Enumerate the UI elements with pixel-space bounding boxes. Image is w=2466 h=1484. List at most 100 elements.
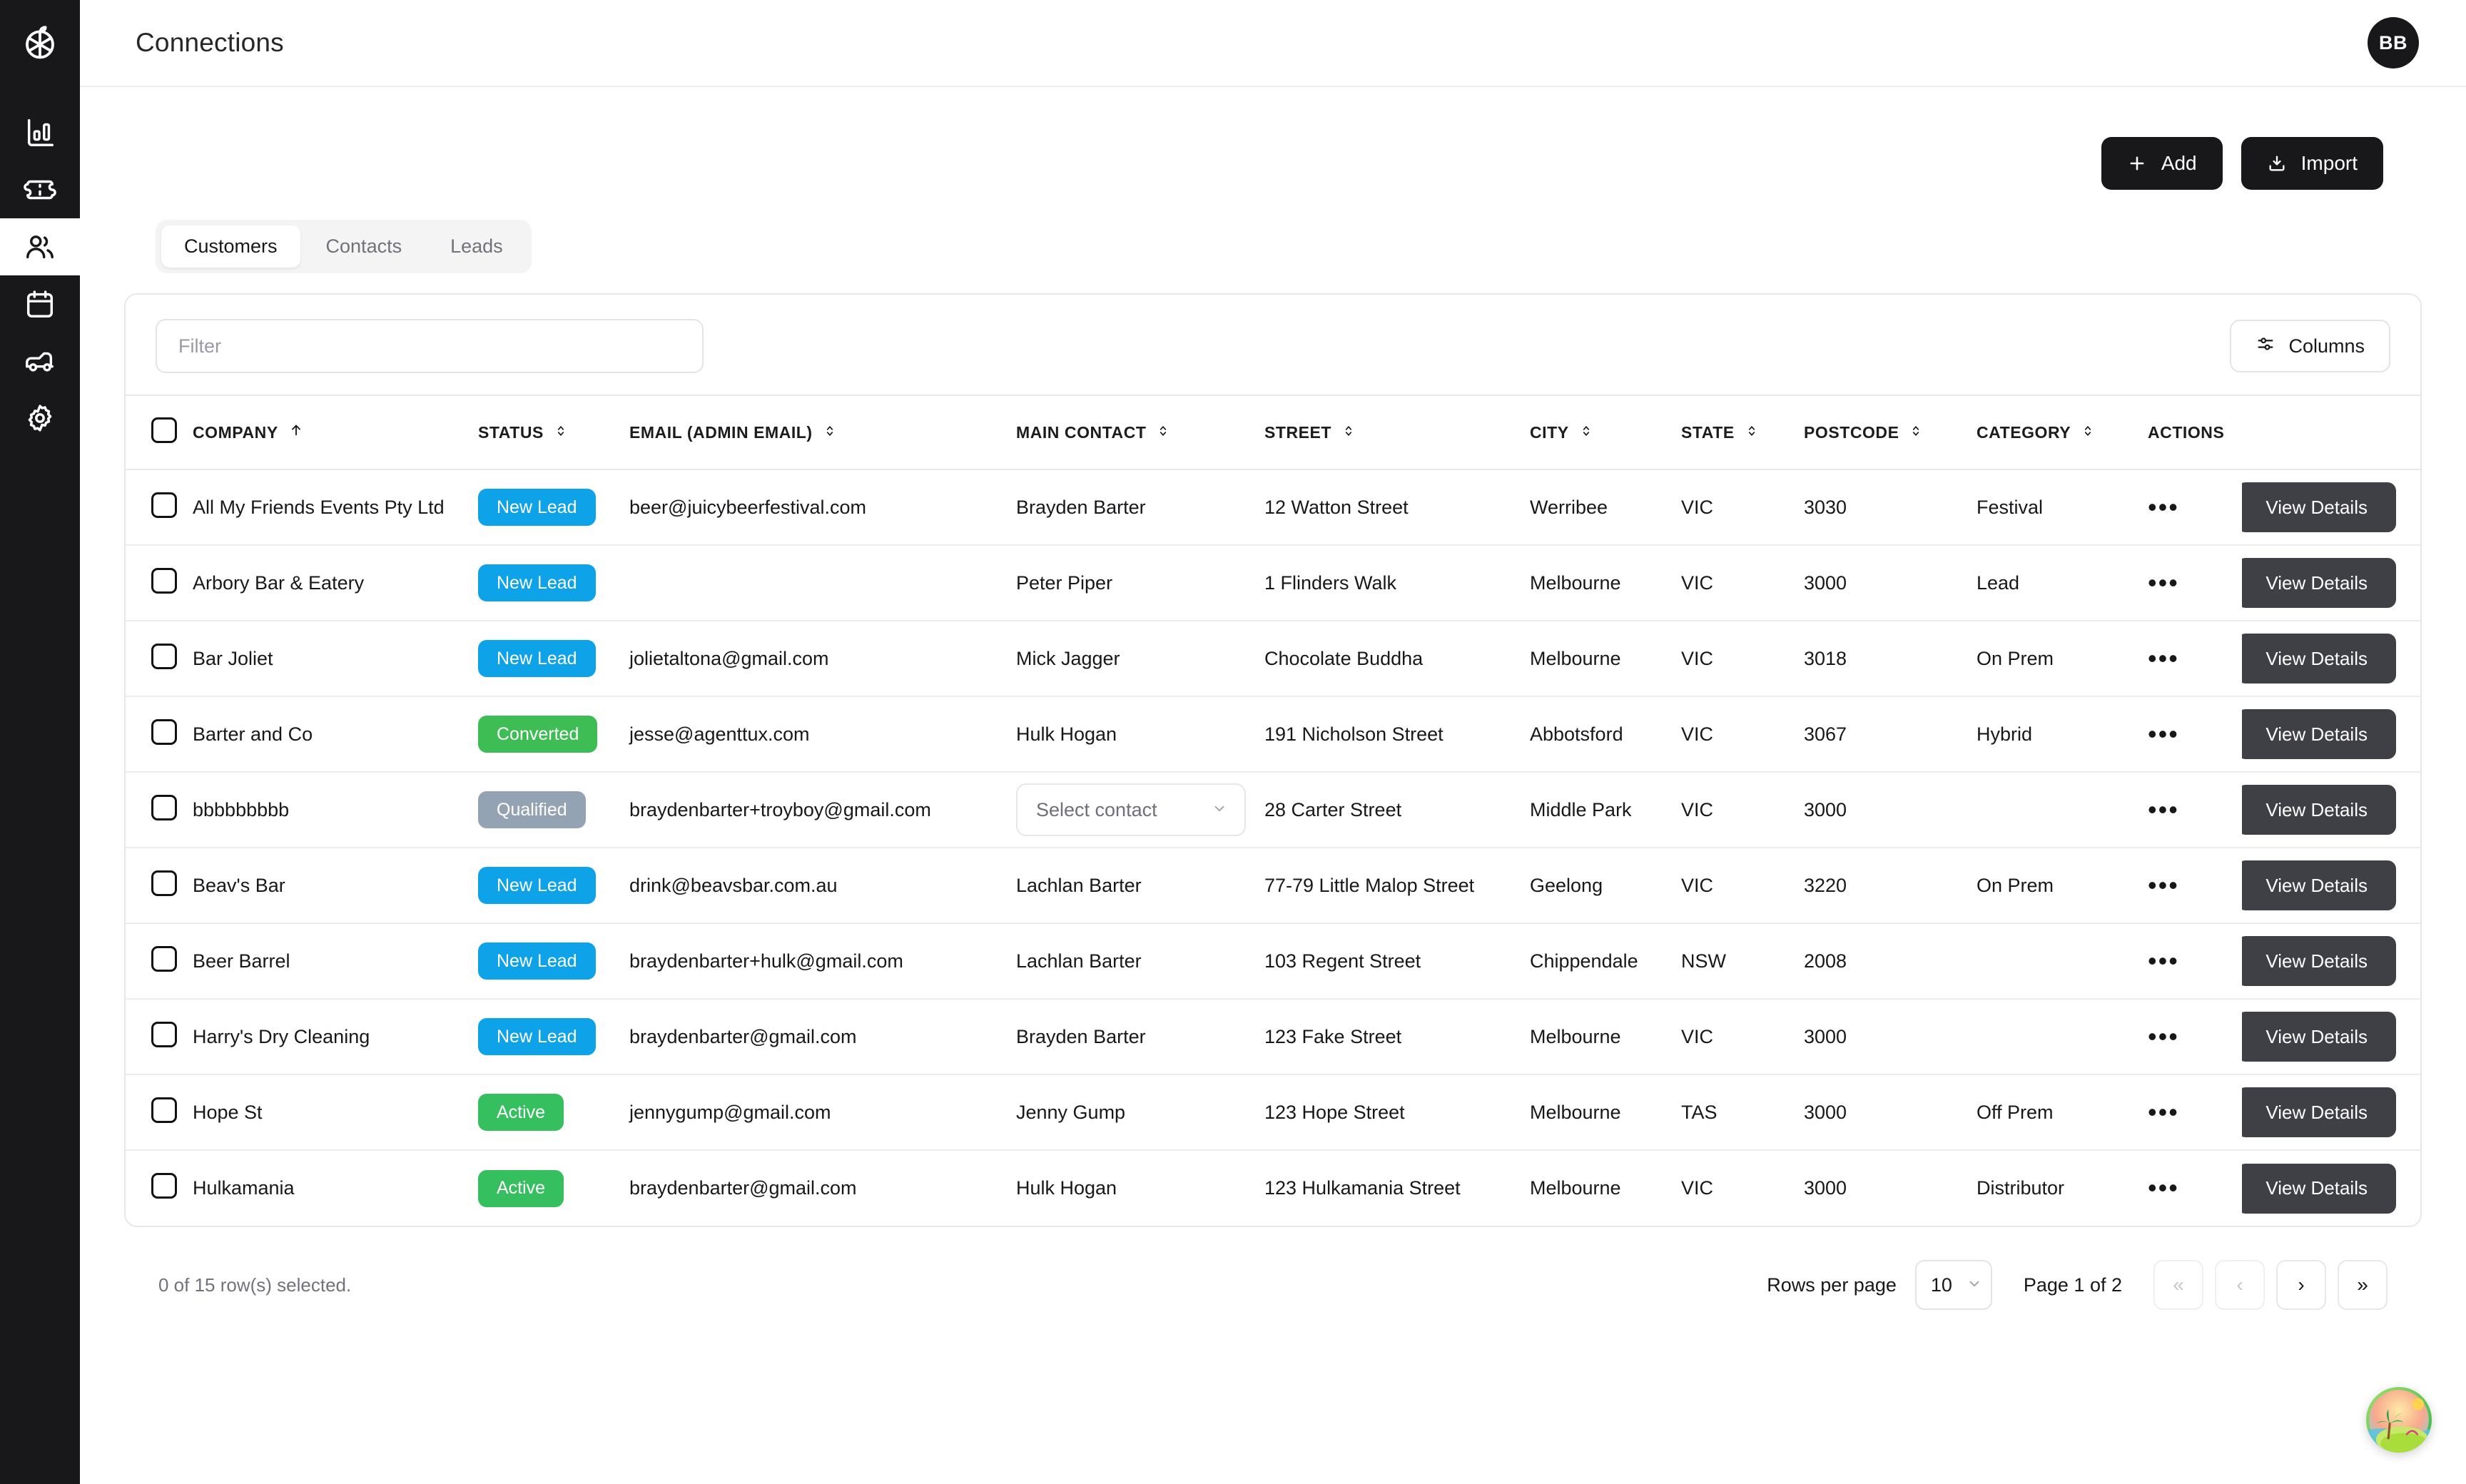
view-details-button[interactable]: View Details <box>2242 558 2396 608</box>
row-actions-menu-button[interactable]: ••• <box>2148 1022 2179 1051</box>
row-actions-menu-button[interactable]: ••• <box>2148 719 2179 748</box>
cell-street: 1 Flinders Walk <box>1250 545 1516 621</box>
status-badge: New Lead <box>478 942 596 980</box>
row-checkbox[interactable] <box>151 1173 177 1199</box>
row-checkbox[interactable] <box>151 870 177 896</box>
cell-email <box>615 545 1002 621</box>
row-select-cell <box>126 545 178 621</box>
row-actions-menu-button[interactable]: ••• <box>2148 795 2179 824</box>
cell-postcode: 3000 <box>1804 1177 1847 1199</box>
row-actions-menu-button[interactable]: ••• <box>2148 568 2179 597</box>
sidebar-item-analytics[interactable] <box>0 104 80 161</box>
first-page-button[interactable]: « <box>2153 1260 2203 1310</box>
row-checkbox[interactable] <box>151 643 177 669</box>
view-details-button[interactable]: View Details <box>2242 1163 2396 1214</box>
cell-actions: ••• <box>2133 848 2242 924</box>
sidebar-item-connections[interactable] <box>0 218 80 275</box>
sidebar-item-calendar[interactable] <box>0 275 80 332</box>
row-checkbox[interactable] <box>151 945 177 972</box>
view-details-button[interactable]: View Details <box>2242 709 2396 759</box>
prev-page-button[interactable]: ‹ <box>2215 1260 2265 1310</box>
select-contact-dropdown[interactable]: Select contact <box>1016 783 1246 836</box>
cell-postcode: 3000 <box>1790 545 1962 621</box>
select-all-header <box>126 395 178 470</box>
select-all-checkbox[interactable] <box>151 417 177 443</box>
table-row[interactable]: All My Friends Events Pty Ltd New Lead bee… <box>126 469 2420 546</box>
header-street[interactable]: STREET <box>1250 395 1516 470</box>
header-state[interactable]: STATE <box>1667 395 1790 470</box>
header-postcode-label: POSTCODE <box>1804 422 1899 442</box>
cell-category: Lead <box>1962 545 2133 621</box>
header-status[interactable]: STATUS <box>464 395 615 470</box>
cell-status: New Lead <box>464 621 615 697</box>
table-row[interactable]: Arbory Bar & Eatery New Lead Peter Piper 1 … <box>126 545 2420 621</box>
app-logo[interactable] <box>0 0 80 87</box>
row-actions-menu-button[interactable]: ••• <box>2148 870 2179 900</box>
row-select-cell <box>126 923 178 1000</box>
table-row[interactable]: Beav's Bar New Lead drink@beavsbar.com.au L… <box>126 848 2420 924</box>
avatar[interactable]: BB <box>2368 17 2419 68</box>
sidebar-item-tickets[interactable] <box>0 161 80 218</box>
row-actions-menu-button[interactable]: ••• <box>2148 1173 2179 1202</box>
import-button[interactable]: Import <box>2241 137 2383 190</box>
cell-city: Geelong <box>1516 848 1667 924</box>
table-row[interactable]: Barter and Co Converted jesse@agenttux.com… <box>126 696 2420 773</box>
view-details-button[interactable]: View Details <box>2242 860 2396 910</box>
view-details-button[interactable]: View Details <box>2242 1012 2396 1062</box>
status-badge: Active <box>478 1169 564 1207</box>
table-row[interactable]: Hope St Active jennygump@gmail.com Jenny Gu… <box>126 1074 2420 1151</box>
header-main-contact[interactable]: MAIN CONTACT <box>1002 395 1250 470</box>
cell-email: drink@beavsbar.com.au <box>615 848 1002 924</box>
tab-leads[interactable]: Leads <box>427 225 526 268</box>
header-email[interactable]: EMAIL (ADMIN EMAIL) <box>615 395 1002 470</box>
row-checkbox[interactable] <box>151 567 177 594</box>
view-details-button[interactable]: View Details <box>2242 785 2396 835</box>
rows-per-page-select[interactable]: 10 <box>1914 1260 1992 1310</box>
table-row[interactable]: Beer Barrel New Lead braydenbarter+hulk@gm… <box>126 923 2420 1000</box>
header-postcode[interactable]: POSTCODE <box>1790 395 1962 470</box>
header-main-contact-label: MAIN CONTACT <box>1016 422 1147 442</box>
sidebar-item-settings[interactable] <box>0 390 80 447</box>
row-actions-menu-button[interactable]: ••• <box>2148 1097 2179 1127</box>
add-button[interactable]: Add <box>2101 137 2223 190</box>
cell-view-details: View Details <box>2242 469 2420 546</box>
table-row[interactable]: Bar Joliet New Lead jolietaltona@gmail.com… <box>126 621 2420 697</box>
header-company[interactable]: COMPANY <box>178 395 464 470</box>
cell-main-contact: Lachlan Barter <box>1016 874 1142 896</box>
table-row[interactable]: Hulkamania Active braydenbarter@gmail.com H… <box>126 1150 2420 1226</box>
cell-category: Hybrid <box>1962 696 2133 773</box>
row-checkbox[interactable] <box>151 718 177 745</box>
sidebar <box>0 0 80 1484</box>
cell-main-contact: Peter Piper <box>1016 571 1113 594</box>
table-row[interactable]: Harry's Dry Cleaning New Lead braydenbarte… <box>126 999 2420 1075</box>
tab-customers[interactable]: Customers <box>161 225 300 268</box>
row-actions-menu-button[interactable]: ••• <box>2148 644 2179 673</box>
row-actions-menu-button[interactable]: ••• <box>2148 492 2179 522</box>
view-details-button[interactable]: View Details <box>2242 634 2396 683</box>
header-category[interactable]: CATEGORY <box>1962 395 2133 470</box>
view-details-button[interactable]: View Details <box>2242 1087 2396 1137</box>
row-checkbox[interactable] <box>151 794 177 820</box>
next-page-button[interactable]: › <box>2276 1260 2326 1310</box>
cell-city: Abbotsford <box>1516 696 1667 773</box>
cell-state: VIC <box>1667 545 1790 621</box>
support-widget-button[interactable] <box>2366 1387 2432 1453</box>
header-city[interactable]: CITY <box>1516 395 1667 470</box>
row-checkbox[interactable] <box>151 492 177 518</box>
row-checkbox[interactable] <box>151 1097 177 1123</box>
table-row[interactable]: bbbbbbbbb Qualified braydenbarter+troyboy@… <box>126 772 2420 848</box>
view-details-button[interactable]: View Details <box>2242 936 2396 986</box>
tab-contacts[interactable]: Contacts <box>303 225 425 268</box>
row-checkbox[interactable] <box>151 1021 177 1047</box>
cell-street: 123 Hulkamania Street <box>1264 1177 1461 1199</box>
sidebar-item-deliveries[interactable] <box>0 332 80 390</box>
view-details-button[interactable]: View Details <box>2242 482 2396 532</box>
last-page-button[interactable]: » <box>2338 1260 2388 1310</box>
sort-icon <box>1745 423 1759 442</box>
cell-email: jesse@agenttux.com <box>615 696 1002 773</box>
filter-input[interactable] <box>156 319 704 373</box>
columns-button[interactable]: Columns <box>2230 320 2390 372</box>
cell-postcode: 2008 <box>1790 923 1962 1000</box>
cell-email: braydenbarter+troyboy@gmail.com <box>615 772 1002 848</box>
row-actions-menu-button[interactable]: ••• <box>2148 946 2179 975</box>
